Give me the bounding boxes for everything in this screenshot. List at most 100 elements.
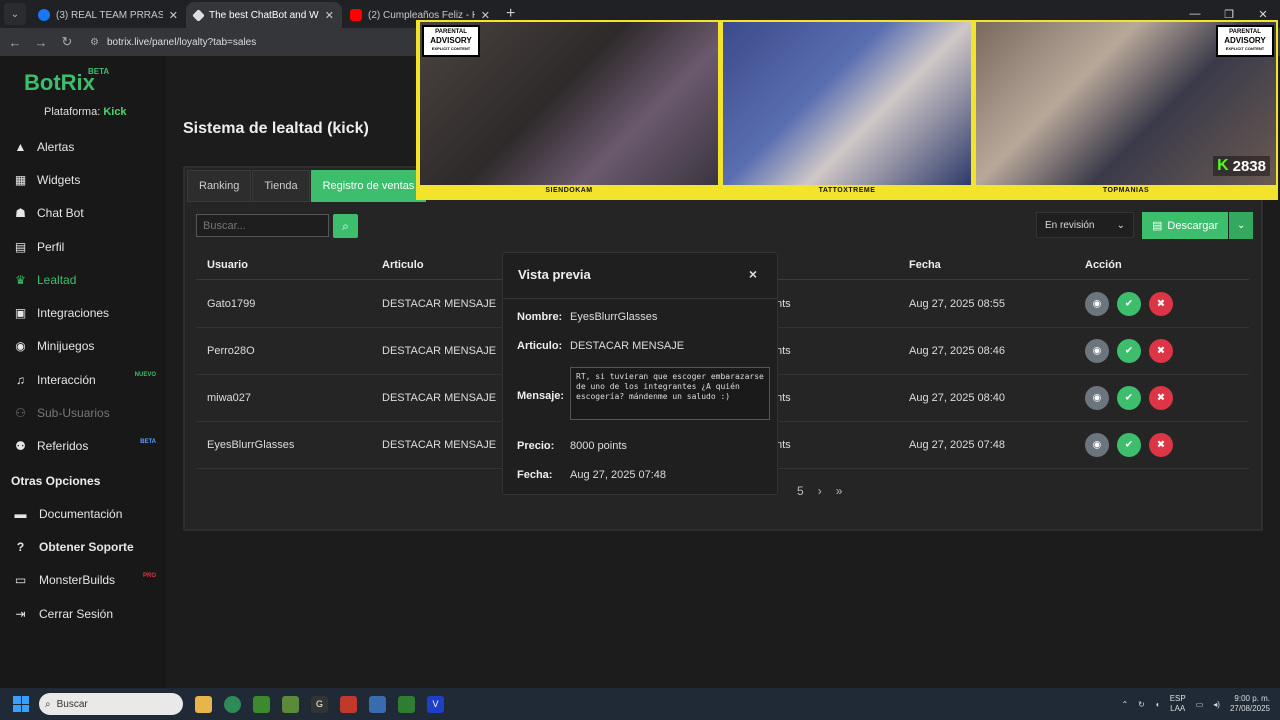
sidebar-item-documentacion[interactable]: ▬ Documentación bbox=[0, 497, 166, 530]
advisory-line: EXPLICIT CONTENT bbox=[1225, 46, 1265, 51]
lang-line: LAA bbox=[1170, 704, 1186, 713]
browser-tab-facebook[interactable]: (3) REAL TEAM PRRASI | Facebo ✕ bbox=[30, 2, 186, 28]
reject-button[interactable]: ✖ bbox=[1149, 433, 1173, 457]
cell-date: Aug 27, 2025 08:55 bbox=[909, 298, 1006, 310]
obs-icon[interactable] bbox=[398, 695, 415, 713]
sidebar-item-alertas[interactable]: ▲ Alertas bbox=[0, 130, 166, 163]
approve-button[interactable]: ✔ bbox=[1117, 433, 1141, 457]
integration-icon: ▣ bbox=[14, 306, 27, 321]
approve-button[interactable]: ✔ bbox=[1117, 339, 1141, 363]
tab-search-icon[interactable]: ⌄ bbox=[4, 3, 26, 25]
browser-tab-botrix[interactable]: The best ChatBot and Widgets ✕ bbox=[186, 2, 342, 28]
view-button[interactable]: ◉ bbox=[1085, 292, 1109, 316]
app-g-icon[interactable]: G bbox=[311, 695, 328, 713]
last-page-icon[interactable]: » bbox=[836, 484, 843, 498]
sidebar-item-label: Perfil bbox=[37, 239, 65, 254]
modal-title: Vista previa bbox=[518, 267, 591, 282]
brand-logo[interactable]: BotRix bbox=[24, 70, 95, 96]
file-explorer-icon[interactable] bbox=[195, 695, 212, 713]
sidebar-item-chat-bot[interactable]: ☗ Chat Bot bbox=[0, 197, 166, 230]
warning-icon: ▲ bbox=[14, 139, 27, 154]
search-icon: ⌕ bbox=[342, 218, 349, 233]
close-tab-icon[interactable]: ✕ bbox=[169, 9, 178, 22]
reload-icon[interactable]: ↻ bbox=[60, 34, 74, 50]
sidebar-item-interaccion[interactable]: ♫ Interacción NUEVO bbox=[0, 363, 166, 396]
taskbar-search[interactable]: ⌕ Buscar bbox=[39, 693, 183, 715]
parental-advisory-logo: PARENTAL ADVISORY EXPLICIT CONTENT bbox=[1216, 25, 1274, 57]
language-indicator[interactable]: ESP LAA bbox=[1170, 694, 1186, 714]
sidebar-item-sub-usuarios[interactable]: ⚇ Sub-Usuarios bbox=[0, 396, 166, 429]
advisory-line: EXPLICIT CONTENT bbox=[431, 46, 471, 51]
tab-tienda[interactable]: Tienda bbox=[252, 170, 310, 202]
app-v-icon[interactable]: V bbox=[427, 695, 444, 713]
sidebar-item-widgets[interactable]: ▦ Widgets bbox=[0, 163, 166, 196]
preview-modal: Vista previa × Nombre: EyesBlurrGlasses … bbox=[502, 252, 778, 495]
search-input[interactable] bbox=[196, 214, 329, 237]
tab-ranking[interactable]: Ranking bbox=[187, 170, 252, 202]
close-icon: ✖ bbox=[1156, 298, 1166, 310]
sidebar-item-soporte[interactable]: ? Obtener Soporte bbox=[0, 530, 166, 563]
sidebar-item-cerrar-sesion[interactable]: ⇥ Cerrar Sesión bbox=[0, 597, 166, 630]
view-button[interactable]: ◉ bbox=[1085, 433, 1109, 457]
status-filter-value: En revisión bbox=[1045, 219, 1095, 231]
approve-button[interactable]: ✔ bbox=[1117, 386, 1141, 410]
cell-price: nts bbox=[776, 298, 791, 310]
sidebar-item-label: Alertas bbox=[37, 139, 75, 154]
view-button[interactable]: ◉ bbox=[1085, 339, 1109, 363]
cell-user: miwa027 bbox=[207, 392, 252, 404]
modal-close-button[interactable]: × bbox=[749, 266, 757, 282]
sync-icon[interactable]: ↻ bbox=[1138, 700, 1145, 709]
network-icon[interactable]: ▭ bbox=[1196, 700, 1204, 709]
reject-button[interactable]: ✖ bbox=[1149, 386, 1173, 410]
facebook-icon bbox=[38, 9, 50, 21]
webcam-feed-1: PARENTAL ADVISORY EXPLICIT CONTENT bbox=[420, 22, 718, 185]
windows-start-icon[interactable] bbox=[13, 696, 29, 712]
cell-price: nts bbox=[776, 439, 791, 451]
file-excel-icon: ▤ bbox=[1152, 220, 1163, 232]
forward-icon[interactable]: → bbox=[34, 35, 48, 50]
reject-button[interactable]: ✖ bbox=[1149, 339, 1173, 363]
sidebar-item-lealtad[interactable]: ♛ Lealtad bbox=[0, 263, 166, 296]
volume-icon[interactable]: ◂) bbox=[1213, 700, 1220, 709]
tab-title: (2) Cumpleaños Feliz - Happy B bbox=[368, 9, 475, 21]
app-red-icon[interactable] bbox=[340, 695, 357, 713]
chrome-icon[interactable] bbox=[224, 695, 241, 713]
viewer-count: K 2838 bbox=[1213, 156, 1270, 176]
url-field[interactable]: ⚙ botrix.live/panel/loyalty?tab=sales bbox=[90, 37, 256, 48]
message-textarea[interactable]: RT, si tuvieran que escoger embarazarse … bbox=[570, 367, 770, 420]
sidebar-item-perfil[interactable]: ▤ Perfil bbox=[0, 230, 166, 263]
download-button-group: ▤ Descargar ⌄ bbox=[1142, 212, 1254, 239]
platform-value: Kick bbox=[103, 106, 127, 118]
chevron-up-icon[interactable]: ⌃ bbox=[1121, 700, 1128, 709]
sidebar-item-label: Obtener Soporte bbox=[39, 539, 134, 554]
download-button[interactable]: ▤ Descargar bbox=[1142, 212, 1229, 239]
sidebar-item-monsterbuilds[interactable]: ▭ MonsterBuilds PRO bbox=[0, 564, 166, 597]
next-page-icon[interactable]: › bbox=[818, 484, 822, 498]
site-info-icon[interactable]: ⚙ bbox=[90, 37, 99, 48]
view-button[interactable]: ◉ bbox=[1085, 386, 1109, 410]
sidebar-item-integraciones[interactable]: ▣ Integraciones bbox=[0, 296, 166, 329]
back-icon[interactable]: ← bbox=[8, 35, 22, 50]
microphone-icon[interactable]: ◖ bbox=[1155, 700, 1160, 709]
minecraft-launcher-icon[interactable] bbox=[282, 695, 299, 713]
download-dropdown-toggle[interactable]: ⌄ bbox=[1229, 212, 1254, 239]
sidebar-item-minijuegos[interactable]: ◉ Minijuegos bbox=[0, 330, 166, 363]
minecraft-icon[interactable] bbox=[253, 695, 270, 713]
calculator-icon[interactable] bbox=[369, 695, 386, 713]
cell-item: DESTACAR MENSAJE bbox=[382, 439, 497, 451]
tab-registro-ventas[interactable]: Registro de ventas bbox=[310, 170, 427, 202]
sidebar-item-referidos[interactable]: ⚉ Referidos BETA bbox=[0, 430, 166, 463]
clock[interactable]: 9:00 p. m. 27/08/2025 bbox=[1230, 694, 1270, 714]
trophy-icon: ♛ bbox=[15, 272, 26, 287]
cell-price: nts bbox=[776, 392, 791, 404]
page-partial[interactable]: 5 bbox=[797, 484, 804, 498]
search-button[interactable]: ⌕ bbox=[333, 214, 358, 238]
close-icon: ✖ bbox=[1156, 345, 1166, 357]
item-value: DESTACAR MENSAJE bbox=[570, 340, 685, 352]
close-tab-icon[interactable]: ✕ bbox=[325, 9, 334, 22]
reject-button[interactable]: ✖ bbox=[1149, 292, 1173, 316]
url-text: botrix.live/panel/loyalty?tab=sales bbox=[106, 36, 257, 48]
status-filter-select[interactable]: En revisión ⌄ bbox=[1036, 212, 1134, 238]
approve-button[interactable]: ✔ bbox=[1117, 292, 1141, 316]
cell-item: DESTACAR MENSAJE bbox=[382, 298, 497, 310]
